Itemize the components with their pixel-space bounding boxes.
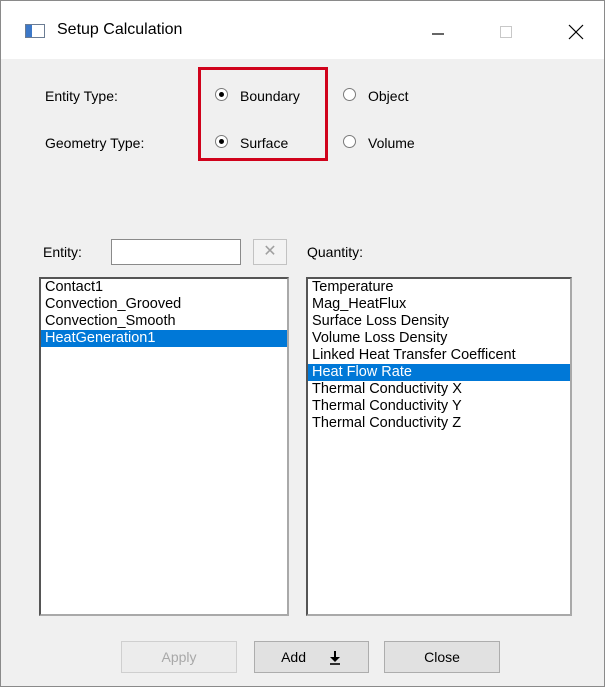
list-item[interactable]: Temperature [308, 279, 570, 296]
list-item[interactable]: Surface Loss Density [308, 313, 570, 330]
geometry-type-label: Geometry Type: [45, 135, 145, 151]
apply-label: Apply [161, 649, 197, 665]
radio-object[interactable] [343, 88, 356, 101]
list-item-selected[interactable]: HeatGeneration1 [41, 330, 287, 347]
close-icon [568, 24, 584, 40]
radio-object-label[interactable]: Object [368, 88, 408, 104]
list-item-selected[interactable]: Heat Flow Rate [308, 364, 570, 381]
list-item[interactable]: Mag_HeatFlux [308, 296, 570, 313]
list-item[interactable]: Convection_Smooth [41, 313, 287, 330]
quantity-label: Quantity: [307, 244, 364, 260]
list-item[interactable]: Contact1 [41, 279, 287, 296]
close-window-button[interactable] [553, 9, 599, 53]
window-title: Setup Calculation [57, 21, 183, 38]
add-button[interactable]: Add [254, 641, 369, 673]
minimize-icon [432, 33, 444, 35]
close-label: Close [424, 649, 460, 665]
clear-filter-button[interactable]: ✕ [253, 239, 287, 265]
list-item[interactable]: Linked Heat Transfer Coefficent [308, 347, 570, 364]
entity-type-label: Entity Type: [45, 88, 118, 104]
list-item[interactable]: Convection_Grooved [41, 296, 287, 313]
setup-calculation-dialog: Setup Calculation Entity Type: Geometry … [0, 0, 605, 687]
close-button[interactable]: Close [384, 641, 500, 673]
list-item[interactable]: Thermal Conductivity Y [308, 398, 570, 415]
title-bar[interactable]: Setup Calculation [1, 1, 604, 59]
x-icon: ✕ [263, 243, 277, 260]
radio-surface[interactable] [215, 135, 228, 148]
radio-boundary-label[interactable]: Boundary [240, 88, 300, 104]
radio-volume-label[interactable]: Volume [368, 135, 415, 151]
app-window-icon [25, 24, 45, 38]
quantity-list[interactable]: Temperature Mag_HeatFlux Surface Loss De… [306, 277, 572, 616]
arrow-down-icon [329, 651, 340, 665]
list-item[interactable]: Volume Loss Density [308, 330, 570, 347]
list-item[interactable]: Thermal Conductivity Z [308, 415, 570, 432]
add-label: Add [281, 649, 307, 665]
entity-filter-input[interactable] [111, 239, 241, 265]
radio-volume[interactable] [343, 135, 356, 148]
minimize-button[interactable] [415, 9, 461, 53]
list-item[interactable]: Thermal Conductivity X [308, 381, 570, 398]
apply-button[interactable]: Apply [121, 641, 237, 673]
entity-list[interactable]: Contact1 Convection_Grooved Convection_S… [39, 277, 289, 616]
maximize-button[interactable] [483, 9, 529, 53]
entity-label: Entity: [43, 244, 82, 260]
radio-boundary[interactable] [215, 88, 228, 101]
radio-surface-label[interactable]: Surface [240, 135, 288, 151]
maximize-icon [500, 26, 512, 38]
